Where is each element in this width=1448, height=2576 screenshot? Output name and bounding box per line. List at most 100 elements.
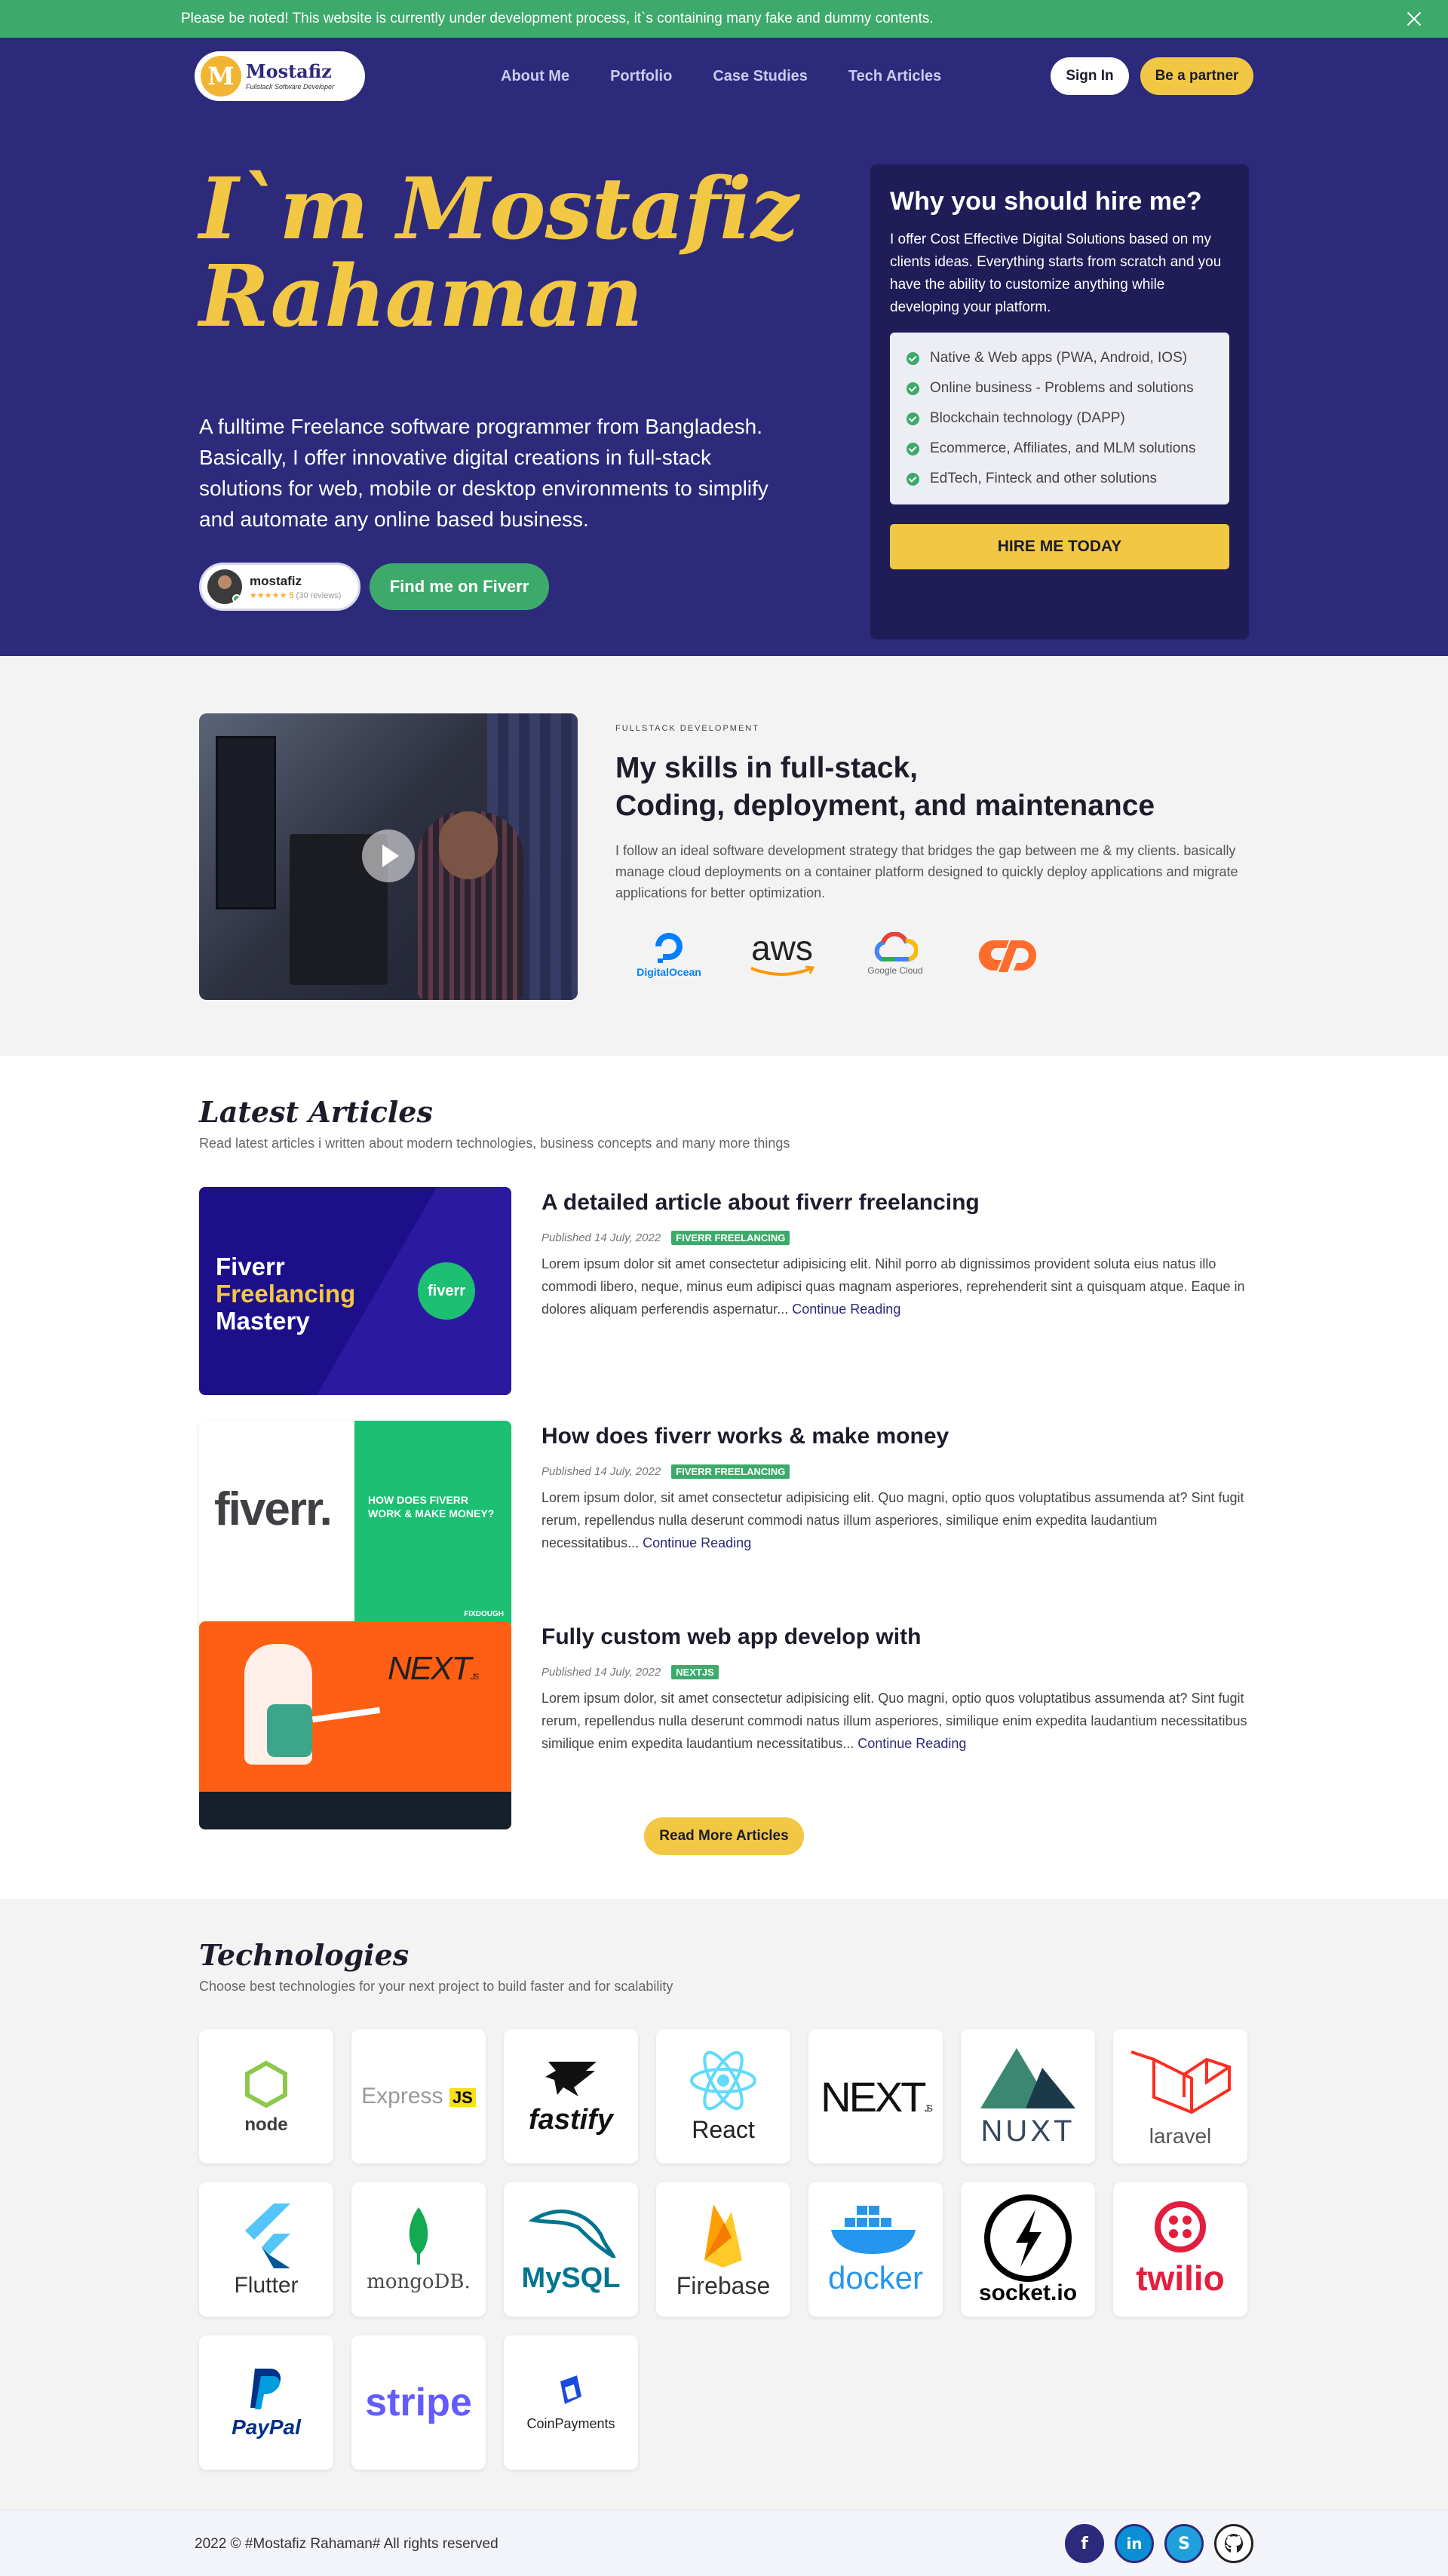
hire-services-list: Native & Web apps (PWA, Android, IOS) On…: [890, 333, 1229, 504]
article-tag[interactable]: FIVERR FREELANCING: [671, 1464, 790, 1479]
play-icon[interactable]: [362, 830, 415, 882]
find-on-fiverr-button[interactable]: Find me on Fiverr: [370, 563, 549, 610]
skills-eyebrow: FULLSTACK DEVELOPMENT: [615, 724, 759, 733]
social-links: f in S: [1065, 2524, 1253, 2563]
continue-reading-link[interactable]: Continue Reading: [643, 1535, 751, 1550]
article-title[interactable]: Fully custom web app develop with: [541, 1624, 1249, 1650]
technologies-section: Technologies Choose best technologies fo…: [0, 1899, 1448, 2510]
rating-reviews: (30 reviews): [296, 590, 342, 600]
nav-item-tech-articles[interactable]: Tech Articles: [848, 68, 941, 85]
technologies-subtitle: Choose best technologies for your next p…: [199, 1979, 673, 1994]
list-item: Blockchain technology (DAPP): [907, 403, 1213, 434]
hire-title: Why you should hire me?: [890, 187, 1202, 216]
technologies-grid: node Express JS fastify React NEXT.JS NU…: [199, 2029, 1247, 2470]
tech-nuxt[interactable]: NUXT: [961, 2029, 1095, 2164]
logo-tagline: Fullstack Software Developer: [246, 82, 335, 90]
tech-react[interactable]: React: [656, 2029, 790, 2164]
close-icon[interactable]: [1403, 8, 1425, 30]
article-tag[interactable]: NEXTJS: [671, 1665, 719, 1679]
tech-node[interactable]: node: [199, 2029, 333, 2164]
fiverr-username: mostafiz: [250, 573, 302, 588]
notice-text: Please be noted! This website is current…: [181, 11, 934, 26]
article-title[interactable]: How does fiverr works & make money: [541, 1424, 1249, 1449]
tech-firebase[interactable]: Firebase: [656, 2182, 790, 2317]
digitalocean-logo: DigitalOcean: [612, 916, 726, 992]
notice-bar: Please be noted! This website is current…: [0, 0, 1448, 38]
skype-icon[interactable]: S: [1164, 2524, 1204, 2563]
hero-title-line2: Rahaman: [199, 247, 643, 346]
hire-text: I offer Cost Effective Digital Solutions…: [890, 232, 1222, 315]
google-cloud-logo: Google Cloud: [839, 916, 952, 992]
hero-title-line1: I`m Mostafiz: [199, 160, 799, 259]
copyright: 2022 © #Mostafiz Rahaman# All rights res…: [195, 2536, 499, 2552]
intro-video[interactable]: [199, 713, 578, 1000]
tech-paypal[interactable]: PayPal: [199, 2335, 333, 2470]
avatar: [207, 569, 242, 604]
tech-fastify[interactable]: fastify: [504, 2029, 638, 2164]
sign-in-button[interactable]: Sign In: [1051, 57, 1129, 95]
skills-description: I follow an ideal software development s…: [615, 843, 1238, 900]
article-tag[interactable]: FIVERR FREELANCING: [671, 1231, 790, 1245]
article-card: NEXT.JS Fully custom web app develop wit…: [199, 1621, 1249, 1829]
technologies-title: Technologies: [199, 1938, 410, 1972]
hero-description: A fulltime Freelance software programmer…: [199, 415, 768, 531]
article-thumbnail[interactable]: NEXT.JS: [199, 1621, 511, 1829]
nav-item-portfolio[interactable]: Portfolio: [610, 68, 672, 85]
article-card: fiverr. HOW DOES FIVERR WORK & MAKE MONE…: [199, 1421, 1249, 1629]
logo-badge: M: [201, 56, 241, 97]
tech-docker[interactable]: docker: [808, 2182, 943, 2317]
article-thumbnail[interactable]: fiverr. HOW DOES FIVERR WORK & MAKE MONE…: [199, 1421, 511, 1629]
tech-twilio[interactable]: twilio: [1113, 2182, 1247, 2317]
rating-stars: ★★★★★ 5: [250, 590, 294, 600]
github-icon[interactable]: [1214, 2524, 1253, 2563]
tech-mysql[interactable]: MySQL: [504, 2182, 638, 2317]
aws-logo: aws: [726, 916, 839, 992]
footer: 2022 © #Mostafiz Rahaman# All rights res…: [0, 2510, 1448, 2576]
skills-section: FULLSTACK DEVELOPMENT My skills in full-…: [0, 656, 1448, 1056]
list-item: EdTech, Finteck and other solutions: [907, 464, 1213, 494]
fiverr-rating: ★★★★★ 5 (30 reviews): [250, 590, 341, 600]
check-icon: [907, 382, 919, 395]
list-item: Native & Web apps (PWA, Android, IOS): [907, 343, 1213, 373]
article-date: Published 14 July, 2022: [541, 1465, 661, 1478]
site-logo[interactable]: M Mostafiz Fullstack Software Developer: [195, 51, 365, 101]
tech-express[interactable]: Express JS: [351, 2029, 486, 2164]
check-icon: [907, 472, 919, 486]
articles-section: Latest Articles Read latest articles i w…: [0, 1056, 1448, 1899]
tech-flutter[interactable]: Flutter: [199, 2182, 333, 2317]
article-date: Published 14 July, 2022: [541, 1666, 661, 1679]
list-item: Online business - Problems and solutions: [907, 373, 1213, 403]
tech-laravel[interactable]: laravel: [1113, 2029, 1247, 2164]
article-date: Published 14 July, 2022: [541, 1231, 661, 1244]
hire-me-button[interactable]: HIRE ME TODAY: [890, 524, 1229, 569]
check-icon: [907, 412, 919, 425]
nav-item-case-studies[interactable]: Case Studies: [713, 68, 808, 85]
fiverr-badge: fiverr: [418, 1262, 475, 1320]
logo-name: Mostafiz: [246, 60, 332, 82]
skills-title: My skills in full-stack, Coding, deployme…: [615, 752, 1155, 822]
tech-nextjs[interactable]: NEXT.JS: [808, 2029, 943, 2164]
article-thumbnail[interactable]: Fiverr Freelancing Mastery fiverr: [199, 1187, 511, 1395]
check-icon: [907, 351, 919, 365]
facebook-icon[interactable]: f: [1065, 2524, 1104, 2563]
tech-socketio[interactable]: socket.io: [961, 2182, 1095, 2317]
read-more-articles-button[interactable]: Read More Articles: [644, 1817, 804, 1855]
list-item: Ecommerce, Affiliates, and MLM solutions: [907, 434, 1213, 464]
article-title[interactable]: A detailed article about fiverr freelanc…: [541, 1190, 1249, 1216]
article-card: Fiverr Freelancing Mastery fiverr A deta…: [199, 1187, 1249, 1395]
fiverr-profile-card[interactable]: mostafiz ★★★★★ 5 (30 reviews): [199, 563, 360, 611]
check-icon: [907, 442, 919, 455]
cloud-logos: DigitalOcean aws Google Cloud: [612, 916, 1065, 992]
linkedin-icon[interactable]: in: [1115, 2524, 1154, 2563]
main-nav: M Mostafiz Fullstack Software Developer …: [195, 51, 1253, 101]
hire-me-card: Why you should hire me? I offer Cost Eff…: [870, 164, 1249, 639]
hero-section: M Mostafiz Fullstack Software Developer …: [0, 38, 1448, 656]
tech-stripe[interactable]: stripe: [351, 2335, 486, 2470]
nav-item-about[interactable]: About Me: [501, 68, 569, 85]
be-partner-button[interactable]: Be a partner: [1140, 57, 1253, 95]
tech-coinpayments[interactable]: CoinPayments: [504, 2335, 638, 2470]
continue-reading-link[interactable]: Continue Reading: [792, 1302, 900, 1317]
continue-reading-link[interactable]: Continue Reading: [857, 1736, 966, 1751]
tech-mongodb[interactable]: mongoDB.: [351, 2182, 486, 2317]
hero-title: I`m Mostafiz Rahaman: [199, 166, 799, 341]
